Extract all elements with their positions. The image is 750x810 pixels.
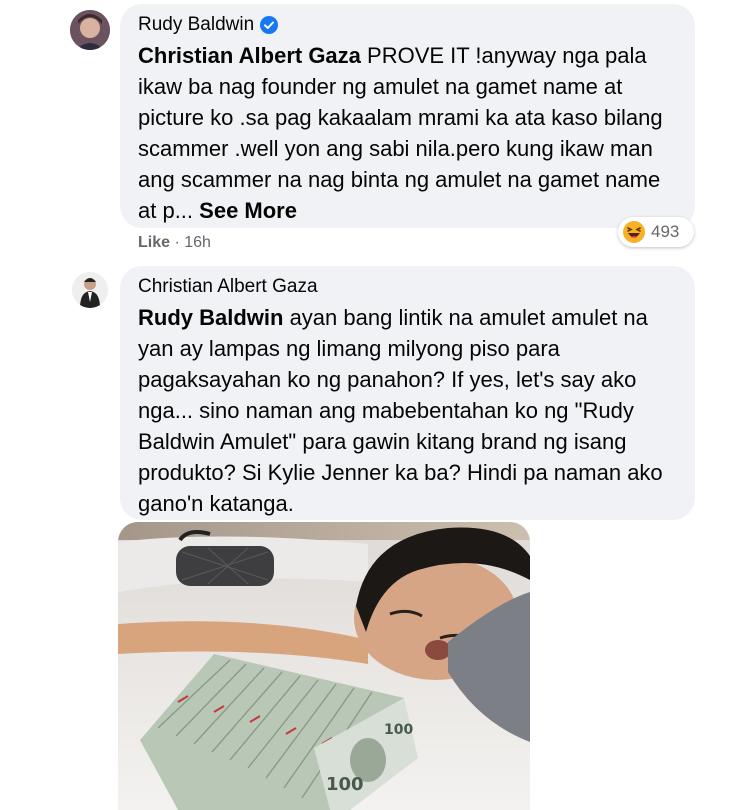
photo-image: 100 100: [118, 522, 530, 810]
haha-emoji-icon: [623, 221, 645, 243]
comment-text: PROVE IT !anyway nga pala ikaw ba nag fo…: [138, 43, 663, 223]
comment-actions: Like · 16h: [138, 234, 211, 252]
svg-text:100: 100: [326, 774, 364, 795]
verified-badge-icon: [260, 16, 279, 34]
comment-bubble-rudy: Rudy Baldwin Christian Albert Gaza PROVE…: [120, 4, 695, 228]
comment-text: ayan bang lintik na amulet amulet na yan…: [138, 305, 663, 516]
comment-bubble-christian: Christian Albert Gaza Rudy Baldwin ayan …: [120, 266, 695, 520]
comment-body: Christian Albert Gaza PROVE IT !anyway n…: [138, 40, 677, 226]
reaction-count: 493: [651, 222, 680, 241]
see-more-link[interactable]: See More: [193, 198, 297, 223]
avatar-rudy-image: [70, 10, 110, 50]
comment-author-name[interactable]: Rudy Baldwin: [138, 14, 254, 36]
comment-author: Rudy Baldwin: [138, 14, 677, 36]
mention-link[interactable]: Christian Albert Gaza: [138, 43, 361, 68]
svg-text:100: 100: [384, 722, 413, 738]
comment-author: Christian Albert Gaza: [138, 276, 677, 298]
mention-link[interactable]: Rudy Baldwin: [138, 305, 283, 330]
comment-timestamp[interactable]: 16h: [184, 234, 211, 251]
comment-body: Rudy Baldwin ayan bang lintik na amulet …: [138, 302, 677, 519]
reaction-count-badge[interactable]: 493: [618, 217, 694, 247]
like-button[interactable]: Like: [138, 234, 170, 251]
avatar-christian-gaza[interactable]: [72, 272, 108, 308]
avatar-christian-image: [72, 272, 108, 308]
meta-separator: ·: [170, 234, 185, 251]
comment-photo-attachment[interactable]: 100 100: [118, 522, 530, 810]
avatar-rudy-baldwin[interactable]: [70, 10, 110, 50]
comment-author-name[interactable]: Christian Albert Gaza: [138, 276, 318, 298]
